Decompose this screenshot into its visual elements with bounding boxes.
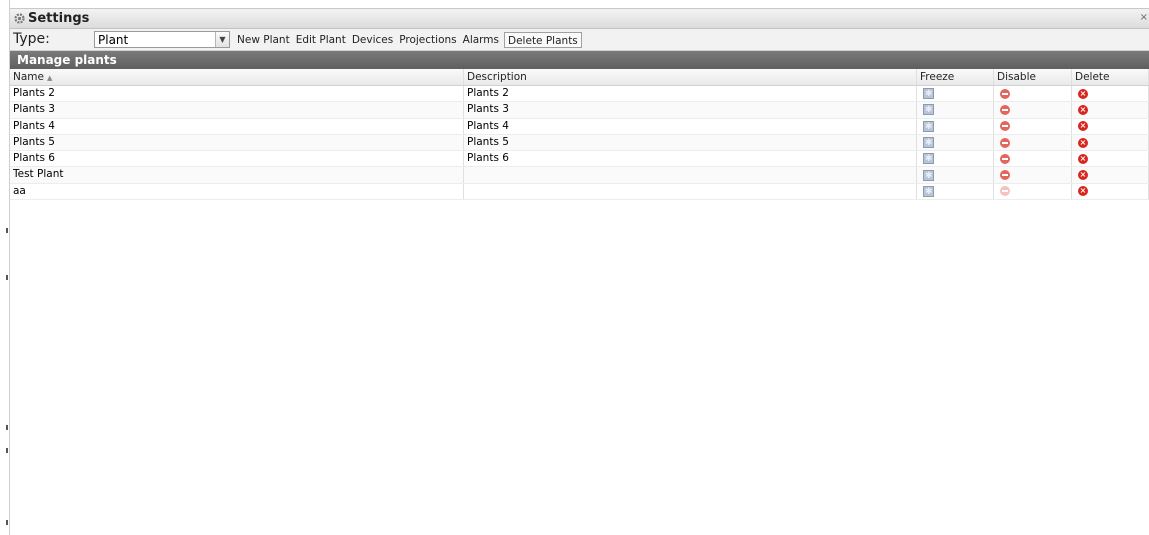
column-header-label: Name — [13, 71, 44, 83]
cell-description: Plants 4 — [464, 118, 917, 134]
table-row[interactable]: Test Plant × — [10, 167, 1149, 184]
cell-delete: × — [1072, 102, 1149, 118]
disable-icon[interactable] — [1000, 121, 1010, 132]
cell-freeze — [917, 118, 994, 134]
sort-asc-icon: ▲ — [46, 74, 53, 82]
edge-tick — [6, 228, 8, 233]
cell-description: Plants 3 — [464, 102, 917, 118]
delete-icon[interactable]: × — [1078, 137, 1088, 148]
cell-freeze — [917, 167, 994, 183]
disable-icon[interactable] — [1000, 153, 1010, 164]
cell-disable — [994, 134, 1072, 151]
freeze-icon[interactable] — [923, 136, 934, 150]
cell-delete: × — [1072, 183, 1149, 200]
cell-description — [464, 167, 917, 183]
freeze-icon[interactable] — [923, 152, 934, 166]
delete-icon[interactable]: × — [1078, 153, 1088, 164]
freeze-icon[interactable] — [923, 120, 934, 134]
cell-delete: × — [1072, 86, 1149, 102]
table-row[interactable]: Plants 3 Plants 3 × — [10, 102, 1149, 119]
window-title: Settings — [28, 11, 90, 26]
type-select-value: Plant — [98, 32, 129, 47]
edge-tick — [6, 520, 8, 525]
new-plant-button[interactable]: New Plant — [234, 32, 293, 48]
freeze-icon[interactable] — [923, 103, 934, 118]
disable-icon — [1000, 186, 1010, 197]
cell-name: Plants 4 — [10, 118, 464, 134]
column-header-disable[interactable]: Disable — [994, 69, 1072, 85]
cell-disable — [994, 183, 1072, 200]
devices-button[interactable]: Devices — [349, 32, 396, 48]
delete-icon[interactable]: × — [1078, 88, 1088, 99]
table-row[interactable]: Plants 2 Plants 2 × — [10, 86, 1149, 103]
edit-plant-button[interactable]: Edit Plant — [293, 32, 349, 48]
cell-delete: × — [1072, 118, 1149, 134]
cell-delete: × — [1072, 151, 1149, 167]
delete-icon[interactable]: × — [1078, 104, 1088, 115]
cell-freeze — [917, 183, 994, 200]
cell-freeze — [917, 134, 994, 151]
cell-description: Plants 5 — [464, 134, 917, 151]
chevron-down-icon[interactable]: ▼ — [215, 32, 229, 47]
disable-icon[interactable] — [1000, 170, 1010, 181]
table-row[interactable]: Plants 4 Plants 4 × — [10, 118, 1149, 135]
close-icon[interactable]: × — [1140, 12, 1148, 23]
freeze-icon[interactable] — [923, 185, 934, 199]
cell-description: Plants 2 — [464, 86, 917, 102]
left-edge — [0, 0, 10, 535]
disable-icon[interactable] — [1000, 137, 1010, 148]
table-row[interactable]: Plants 6 Plants 6 × — [10, 151, 1149, 168]
edge-tick — [6, 425, 8, 430]
freeze-icon[interactable] — [923, 87, 934, 101]
alarms-button[interactable]: Alarms — [460, 32, 502, 48]
cell-freeze — [917, 86, 994, 102]
cell-name: Plants 6 — [10, 151, 464, 167]
table-row[interactable]: Plants 5 Plants 5 × — [10, 134, 1149, 152]
cell-description — [464, 183, 917, 200]
delete-icon[interactable]: × — [1078, 186, 1088, 197]
cell-disable — [994, 118, 1072, 134]
cell-name: Plants 5 — [10, 134, 464, 151]
column-header-delete[interactable]: Delete — [1072, 69, 1149, 85]
grid-header: Name ▲ Description Freeze Disable Delete — [10, 69, 1149, 86]
disable-icon[interactable] — [1000, 88, 1010, 99]
freeze-icon[interactable] — [923, 169, 934, 183]
settings-window: Settings × Type: Plant ▼ New Plant Edit … — [10, 8, 1149, 535]
cell-disable — [994, 86, 1072, 102]
cell-name: aa — [10, 183, 464, 200]
projections-button[interactable]: Projections — [396, 32, 459, 48]
toolbar-buttons: New Plant Edit Plant Devices Projections… — [234, 32, 582, 48]
cell-delete: × — [1072, 167, 1149, 183]
edge-tick — [6, 275, 8, 280]
cell-disable — [994, 167, 1072, 183]
cell-disable — [994, 151, 1072, 167]
cell-freeze — [917, 151, 994, 167]
toolbar: Type: Plant ▼ New Plant Edit Plant Devic… — [10, 29, 1149, 51]
cell-name: Plants 2 — [10, 86, 464, 102]
cell-disable — [994, 102, 1072, 118]
type-select[interactable]: Plant ▼ — [94, 31, 230, 48]
type-label: Type: — [13, 31, 50, 47]
grid-body: Plants 2 Plants 2 × Plants 3 Plants 3 × … — [10, 86, 1149, 201]
edge-tick — [6, 448, 8, 453]
disable-icon[interactable] — [1000, 104, 1010, 115]
gear-icon — [13, 12, 26, 25]
column-header-description[interactable]: Description — [464, 69, 917, 85]
delete-icon[interactable]: × — [1078, 121, 1088, 132]
column-header-name[interactable]: Name ▲ — [10, 69, 464, 85]
cell-name: Plants 3 — [10, 102, 464, 118]
delete-icon[interactable]: × — [1078, 170, 1088, 181]
cell-freeze — [917, 102, 994, 118]
panel-title: Manage plants — [10, 51, 1149, 69]
table-row[interactable]: aa × — [10, 183, 1149, 201]
column-header-freeze[interactable]: Freeze — [917, 69, 994, 85]
delete-plants-button[interactable]: Delete Plants — [504, 32, 582, 48]
title-bar: Settings × — [10, 9, 1149, 29]
cell-delete: × — [1072, 134, 1149, 151]
cell-description: Plants 6 — [464, 151, 917, 167]
cell-name: Test Plant — [10, 167, 464, 183]
